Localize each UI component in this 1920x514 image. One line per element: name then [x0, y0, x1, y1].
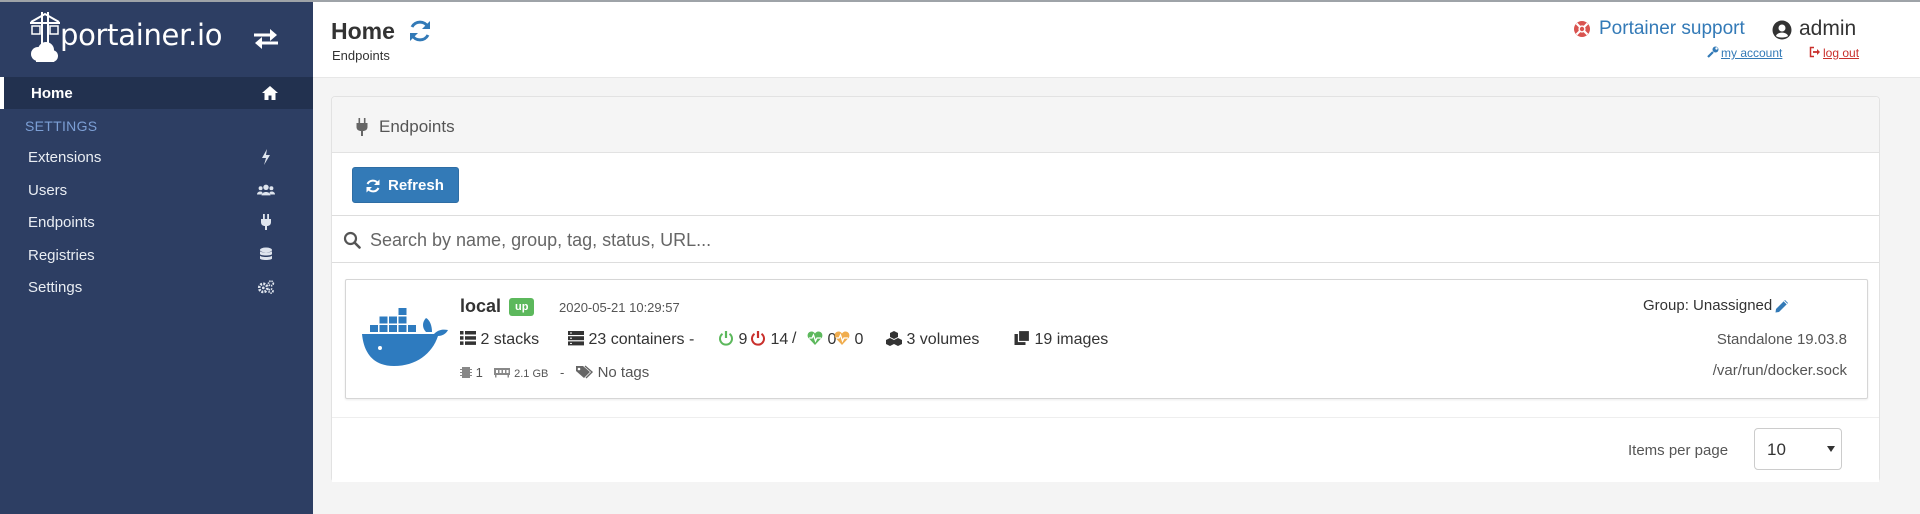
- docker-logo-icon: [362, 308, 448, 366]
- sidebar-item-registries[interactable]: Registries: [0, 239, 313, 272]
- search-bar: [332, 215, 1879, 263]
- list-icon: [460, 331, 476, 345]
- database-icon: [260, 247, 272, 260]
- home-icon: [262, 86, 278, 100]
- cubes-icon: [886, 331, 902, 346]
- pagination: Items per page 10: [332, 417, 1879, 482]
- unhealthy-count: 0: [854, 331, 864, 348]
- containers-stat: 23 containers -: [568, 330, 694, 349]
- sidebar-item-label: Settings: [28, 279, 83, 296]
- memory-icon: [494, 368, 511, 378]
- brand[interactable]: portainer.io: [0, 2, 313, 72]
- sidebar-item-users[interactable]: Users: [0, 174, 313, 207]
- status-badge: up: [509, 298, 535, 316]
- my-account-link[interactable]: my account: [1707, 46, 1782, 60]
- plug-icon: [261, 214, 271, 230]
- healthy-stat: 0: [807, 330, 836, 349]
- containers-count: 23 containers -: [588, 331, 695, 348]
- page-header: Home Endpoints Portainer support admin m…: [313, 2, 1920, 78]
- refresh-button[interactable]: Refresh: [352, 167, 459, 203]
- portainer-logo-icon: [30, 12, 60, 62]
- items-per-page-label: Items per page: [1628, 442, 1729, 459]
- endpoint-url: /var/run/docker.sock: [1712, 362, 1847, 379]
- sidebar: portainer.io Home SETTINGS Extensions Us…: [0, 2, 313, 514]
- page-title: Home: [331, 18, 395, 44]
- unhealthy-stat: 0: [834, 330, 863, 349]
- my-account-label: my account: [1721, 46, 1783, 60]
- logout-label: log out: [1823, 46, 1860, 60]
- sidebar-section-label: SETTINGS: [25, 118, 98, 134]
- sidebar-item-label: Home: [31, 85, 73, 102]
- memory-size: 2.1 GB: [514, 368, 549, 380]
- sidebar-item-label: Endpoints: [28, 214, 95, 231]
- meta-separator: -: [559, 365, 565, 380]
- sidebar-item-extensions[interactable]: Extensions: [0, 141, 313, 174]
- user-circle-icon: [1772, 20, 1792, 40]
- power-on-icon: [719, 331, 733, 346]
- stopped-count: 14: [770, 331, 789, 348]
- endpoint-group: Group: Unassigned: [1643, 297, 1773, 314]
- bolt-icon: [262, 149, 270, 165]
- tags-label: No tags: [597, 364, 650, 381]
- refresh-icon: [366, 179, 380, 193]
- widget-header: Endpoints: [332, 97, 1879, 153]
- power-off-icon: [751, 331, 765, 346]
- images-count: 19 images: [1034, 331, 1109, 348]
- sidebar-nav: Home SETTINGS Extensions Users Endpoints…: [0, 77, 313, 304]
- username: admin: [1799, 17, 1857, 40]
- endpoint-name: local: [460, 296, 502, 316]
- sidebar-item-home[interactable]: Home: [0, 77, 313, 109]
- search-input[interactable]: [370, 224, 1850, 256]
- heartbeat-icon: [834, 331, 850, 345]
- widget-title: Endpoints: [379, 117, 455, 136]
- cpu-icon: [460, 367, 472, 378]
- endpoint-timestamp: 2020-05-21 10:29:57: [559, 300, 680, 315]
- items-per-page-value: 10: [1767, 440, 1786, 459]
- stopped-stat: 14: [750, 330, 788, 349]
- search-icon: [343, 231, 361, 249]
- sidebar-item-label: Users: [28, 181, 68, 199]
- running-stat: 9: [718, 330, 747, 349]
- endpoint-meta: 1 2.1 GB - No tags: [460, 364, 649, 382]
- refresh-button-label: Refresh: [388, 177, 444, 194]
- stacks-stat: 2 stacks: [460, 330, 539, 349]
- stacks-count: 2 stacks: [480, 331, 540, 348]
- running-count: 9: [738, 331, 748, 348]
- sidebar-item-label: Registries: [28, 246, 95, 264]
- cogs-icon: [257, 280, 275, 294]
- volumes-stat: 3 volumes: [886, 330, 979, 349]
- sidebar-item-label: Extensions: [28, 149, 102, 166]
- endpoint-version: Standalone 19.03.8: [1716, 331, 1847, 348]
- clone-icon: [1014, 329, 1031, 345]
- heartbeat-icon: [807, 331, 823, 345]
- pencil-icon[interactable]: [1774, 298, 1790, 314]
- volumes-count: 3 volumes: [906, 331, 980, 348]
- stat-separator: /: [792, 330, 797, 347]
- sidebar-item-settings[interactable]: Settings: [0, 271, 313, 304]
- brand-name: portainer.io: [60, 18, 223, 52]
- endpoints-widget: Endpoints Refresh Search by name, group,…: [331, 96, 1880, 482]
- cpu-count: 1: [475, 365, 483, 380]
- refresh-icon[interactable]: [407, 18, 433, 44]
- images-stat: 19 images: [1014, 329, 1109, 349]
- tags-icon: [575, 365, 593, 379]
- logout-link[interactable]: log out: [1809, 46, 1859, 60]
- caret-down-icon: [1827, 446, 1835, 452]
- sidebar-item-endpoints[interactable]: Endpoints: [0, 206, 313, 239]
- endpoint-item-local[interactable]: local up 2020-05-21 10:29:57 2 stacks 23…: [345, 279, 1868, 399]
- server-icon: [568, 331, 584, 346]
- wrench-icon: [1707, 46, 1719, 58]
- exchange-icon[interactable]: [252, 28, 280, 50]
- sidebar-section-settings: SETTINGS: [0, 109, 313, 141]
- sign-out-icon: [1809, 46, 1820, 58]
- users-icon: [257, 184, 275, 195]
- support-link[interactable]: Portainer support: [1599, 18, 1745, 40]
- plug-icon: [356, 118, 368, 136]
- items-per-page-select[interactable]: 10: [1754, 428, 1842, 470]
- window-top-border: [0, 0, 1920, 2]
- support-icon[interactable]: [1573, 20, 1591, 38]
- breadcrumb: Endpoints: [332, 48, 390, 63]
